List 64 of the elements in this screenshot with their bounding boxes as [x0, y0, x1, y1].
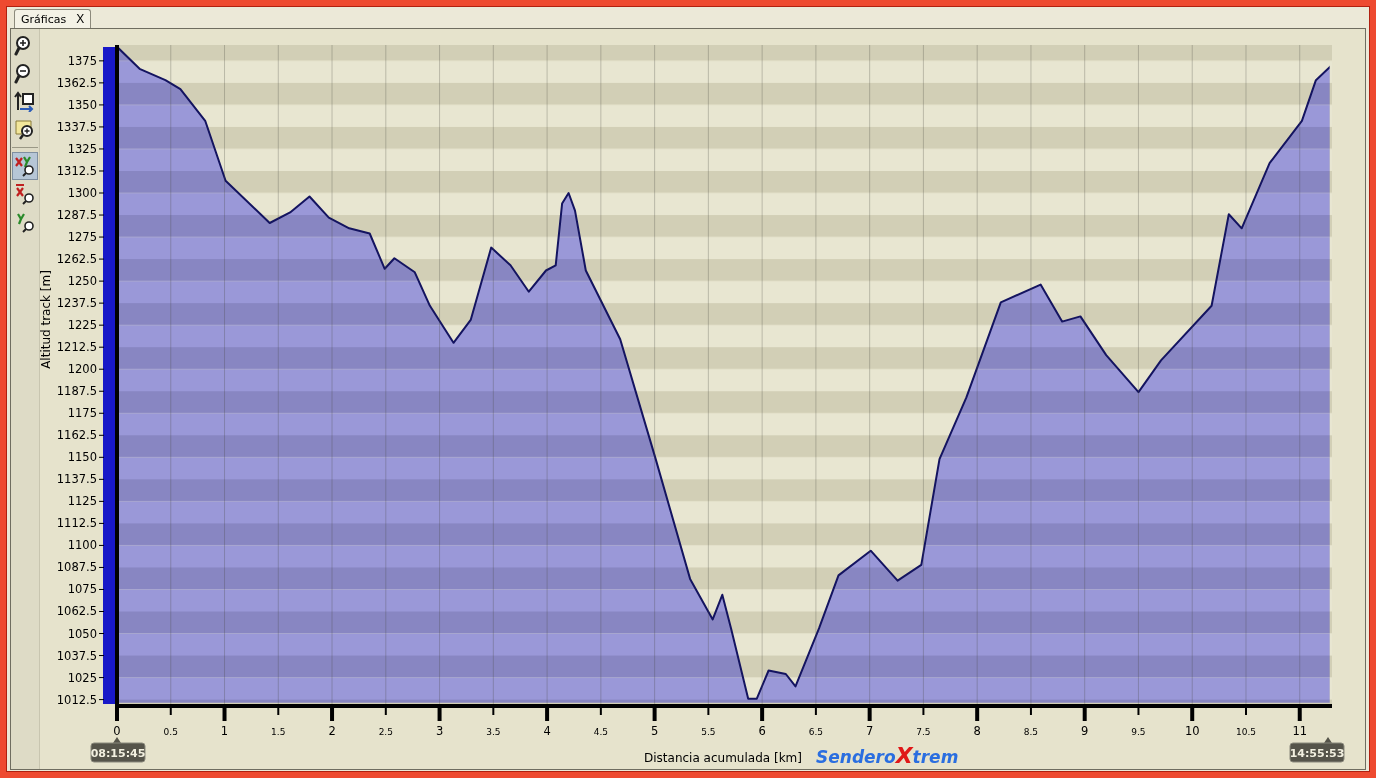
x-tick-label: 8.5	[1023, 727, 1039, 737]
y-tick-label: 1312.5	[56, 164, 97, 178]
x-tick-label: 3	[435, 724, 444, 738]
x-tick-label: 0.5	[163, 727, 178, 737]
y-tick-label: 1100	[67, 538, 97, 553]
y-magnifier-icon	[14, 211, 36, 233]
y-tick-label: 1112.5	[56, 516, 97, 531]
logo: SenderoXtrem	[816, 743, 959, 768]
arrows-frame-icon	[14, 90, 36, 112]
x-tick-label: 9	[1081, 724, 1089, 738]
y-tick-label: 1237.5	[56, 296, 97, 311]
y-tick-label: 1075	[67, 582, 97, 597]
close-button[interactable]: X	[76, 12, 85, 26]
y-tick-label: 1250	[67, 274, 97, 289]
x-tick-label: 7.5	[916, 727, 931, 737]
y-tick-label: 1150	[67, 450, 97, 465]
y-tick-label: 1162.5	[56, 428, 97, 443]
x-tick-label: 8	[973, 724, 981, 738]
y-tick-label: 1212.5	[56, 340, 97, 355]
y-tick-label: 1287.5	[56, 208, 97, 223]
y-tick-label: 1087.5	[56, 560, 97, 575]
x-tick-label: 6	[758, 724, 766, 738]
y-tick-label: 1225	[67, 318, 97, 333]
xy-magnifier-icon	[14, 155, 36, 177]
x-tick-label: 4.5	[593, 727, 608, 737]
y-tick-label: 1325	[67, 141, 97, 156]
y-tick-label: 1200	[67, 362, 97, 377]
x-tick-label: 2.5	[378, 727, 393, 737]
x-tick-label: 1.5	[271, 727, 286, 737]
y-tick-label: 1300	[67, 186, 97, 200]
x-tick-label: 0	[113, 724, 121, 738]
zoom-xy-button[interactable]	[12, 152, 38, 180]
x-tick-label: 6.5	[808, 727, 824, 737]
y-tick-label: 1050	[67, 626, 97, 641]
x-tick-label: 10	[1184, 724, 1200, 738]
y-tick-label: 1362.5	[56, 75, 97, 90]
x-tick-label: 10.5	[1235, 727, 1256, 737]
y-tick-label: 1337.5	[56, 119, 97, 134]
x-tick-label: 9.5	[1131, 727, 1146, 737]
x-axis-title: Distancia acumulada [km]	[644, 751, 802, 765]
y-tick-label: 1375	[67, 53, 97, 68]
x-tick-label: 5	[650, 724, 659, 738]
y-tick-label: 1262.5	[56, 252, 97, 267]
y-tick-label: 1175	[67, 406, 97, 421]
x-tick-label: 2	[328, 724, 336, 738]
x-tick-label: 4	[543, 724, 551, 738]
x-magnifier-icon	[14, 183, 36, 205]
y-tick-label: 1137.5	[56, 472, 97, 487]
y-tick-label: 1012.5	[56, 692, 97, 707]
x-tick-label: 11	[1292, 724, 1308, 738]
y-axis-title: Altitud track [m]	[40, 270, 53, 369]
y-tick-label: 1062.5	[56, 604, 97, 619]
y-tick-label: 1275	[67, 230, 97, 245]
x-tick-label: 1	[220, 724, 229, 738]
y-tick-label: 1187.5	[56, 384, 97, 399]
x-tick-label: 7	[866, 724, 874, 738]
y-tick-label: 1037.5	[56, 648, 97, 663]
y-tick-label: 1350	[67, 97, 97, 112]
y-tick-label: 1025	[67, 670, 97, 685]
y-tick-label: 1125	[67, 494, 97, 509]
x-tick-label: 3.5	[486, 727, 501, 737]
tab[interactable]: Gráficas X	[14, 9, 92, 28]
x-tick-label: 5.5	[701, 727, 716, 737]
note-magnifier-icon	[14, 118, 36, 140]
